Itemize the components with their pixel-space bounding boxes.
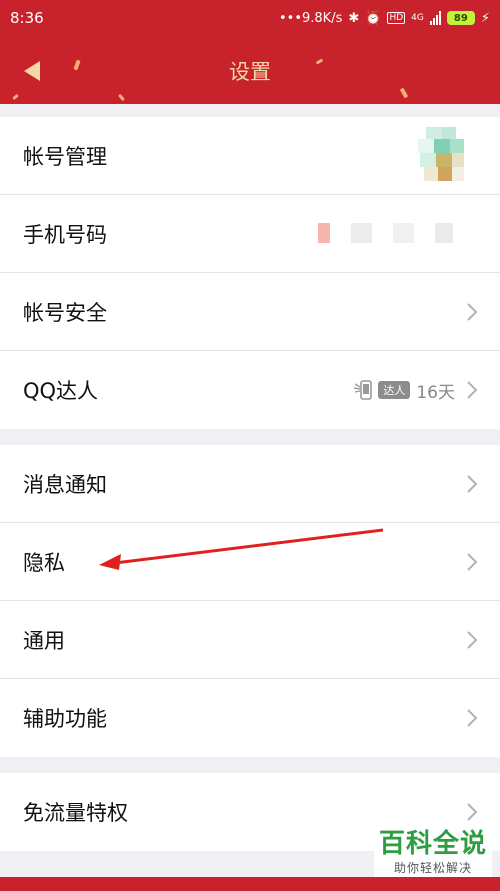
settings-group-general: 消息通知 隐私 通用 辅助功能 (0, 445, 500, 757)
avatar (418, 127, 464, 181)
network-speed: •••9.8K/s (279, 10, 343, 26)
row-label: 辅助功能 (23, 707, 107, 731)
hd-icon: HD (387, 12, 406, 24)
settings-group-account: 帐号管理 手机号码 帐号安全 QQ达人 达人 16天 (0, 117, 500, 429)
chevron-right-icon (467, 475, 478, 493)
chevron-right-icon (467, 631, 478, 649)
chevron-right-icon (467, 381, 478, 399)
row-label: 消息通知 (23, 472, 107, 497)
status-bar: 8:36 •••9.8K/s ✱ ⏰ HD 4G 89 ⚡ (0, 0, 500, 36)
status-icons: •••9.8K/s ✱ ⏰ HD 4G 89 ⚡ (279, 11, 490, 26)
signal-icon (429, 11, 441, 25)
row-accessibility[interactable]: 辅助功能 (0, 679, 500, 757)
row-label: QQ达人 (23, 379, 99, 403)
chevron-right-icon (467, 553, 478, 571)
title-bar: 设置 (0, 36, 500, 104)
row-general[interactable]: 通用 (0, 601, 500, 679)
qq-expert-info: 达人 16天 (353, 378, 455, 403)
expert-badge-label: 达人 (378, 381, 411, 399)
confetti-decoration (118, 93, 125, 102)
watermark-subtitle: 助你轻松解决 (393, 861, 472, 875)
annotation-arrow-icon (99, 528, 384, 570)
row-label: 帐号安全 (23, 300, 107, 325)
phone-number-blurred (318, 223, 468, 243)
charging-icon: ⚡ (480, 10, 490, 26)
row-account-security[interactable]: 帐号安全 (0, 273, 500, 351)
expert-days: 16天 (416, 382, 455, 403)
chevron-right-icon (467, 709, 478, 727)
battery-icon: 89 (446, 11, 475, 25)
network-type: 4G (411, 13, 424, 23)
winged-phone-icon (354, 380, 373, 400)
alarm-icon: ⏰ (365, 10, 382, 26)
page-title: 设置 (229, 60, 271, 84)
row-label: 免流量特权 (23, 801, 128, 825)
row-qq-expert[interactable]: QQ达人 达人 16天 (0, 351, 500, 429)
watermark: 百科全说 助你轻松解决 (374, 829, 492, 881)
row-label: 帐号管理 (23, 144, 107, 169)
chevron-right-icon (467, 303, 478, 321)
row-phone-number[interactable]: 手机号码 (0, 195, 500, 273)
confetti-decoration (399, 87, 409, 99)
row-account-management[interactable]: 帐号管理 (0, 117, 500, 195)
row-label: 手机号码 (23, 222, 107, 247)
expert-badge: 达人 (353, 378, 411, 402)
confetti-decoration (12, 93, 19, 101)
row-label: 隐私 (23, 550, 65, 575)
bottom-bar (0, 877, 500, 891)
status-time: 8:36 (10, 9, 44, 27)
row-label: 通用 (23, 628, 65, 653)
row-message-notifications[interactable]: 消息通知 (0, 445, 500, 523)
bluetooth-icon: ✱ (348, 10, 360, 26)
watermark-title: 百科全说 (378, 829, 487, 859)
chevron-right-icon (467, 803, 478, 821)
